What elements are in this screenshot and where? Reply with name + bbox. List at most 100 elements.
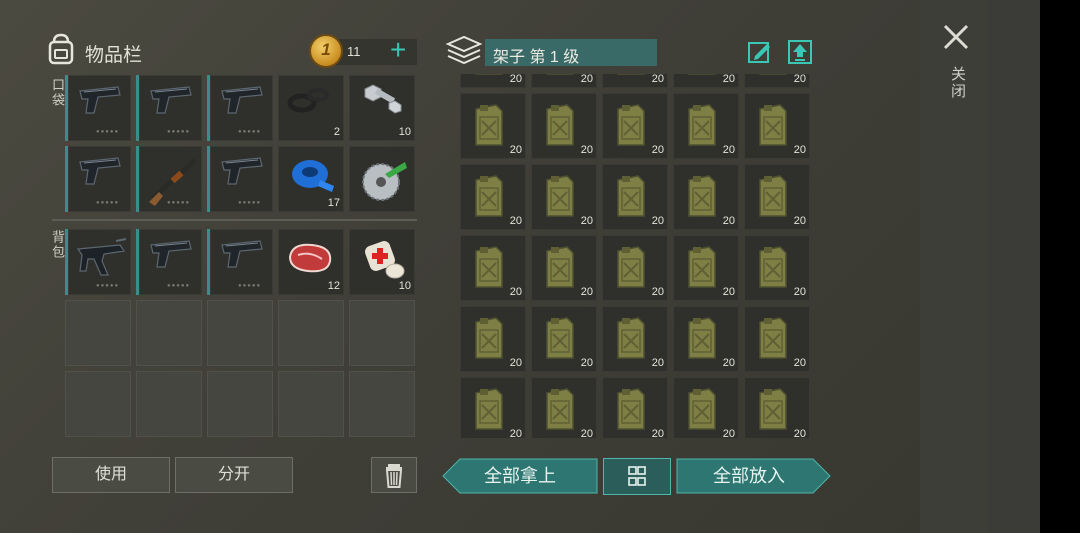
backpack-slot[interactable] — [136, 300, 202, 366]
backpack-slot[interactable] — [136, 371, 202, 437]
backpack-slot[interactable] — [349, 371, 415, 437]
split-button[interactable]: 分开 — [175, 457, 293, 493]
shelf-slot[interactable]: 20 — [531, 93, 597, 159]
backpack-slot[interactable] — [278, 300, 344, 366]
pistol-icon — [145, 235, 197, 280]
shelf-slot[interactable]: 20 — [531, 235, 597, 301]
trash-icon — [385, 464, 403, 488]
backpack-slot[interactable]: ●●●●● — [65, 229, 131, 295]
item-quantity: 10 — [398, 126, 411, 138]
backpack-slot[interactable]: ●●●●● — [136, 229, 202, 295]
jerry-can-icon — [750, 383, 796, 438]
item-quantity: 20 — [651, 144, 664, 156]
pocket-slot[interactable]: 17 — [278, 146, 344, 212]
jerry-can-icon — [466, 99, 512, 154]
shelf-slot[interactable]: 20 — [744, 306, 810, 372]
pocket-slot[interactable] — [349, 146, 415, 212]
shelf-slot[interactable]: 20 — [531, 164, 597, 230]
shelf-slot[interactable]: 20 — [460, 93, 526, 159]
jerry-can-icon — [750, 241, 796, 296]
shelf-slot[interactable]: 20 — [673, 164, 739, 230]
shelf-grid-viewport[interactable]: 20 20 20 20 20 20 20 20 20 20 20 20 20 20 20 20 20 20 20 20… — [460, 74, 814, 438]
shelf-slot[interactable]: 20 — [602, 377, 668, 438]
jerry-can-icon — [537, 74, 583, 83]
rubber-rings-icon — [284, 81, 334, 126]
pocket-slot[interactable]: ●●●●● — [65, 146, 131, 212]
shelf-slot[interactable]: 20 — [673, 74, 739, 88]
backpack-slot[interactable]: 12 — [278, 229, 344, 295]
backpack-slot[interactable] — [278, 371, 344, 437]
put-all-button[interactable]: 全部放入 — [676, 458, 822, 494]
shelf-slot[interactable]: 20 — [460, 74, 526, 88]
item-quantity: 20 — [580, 428, 593, 438]
backpack-slot[interactable]: 10 — [349, 229, 415, 295]
shelf-slot[interactable]: 20 — [744, 164, 810, 230]
close-label[interactable]: 关闭 — [947, 66, 968, 100]
jerry-can-icon — [750, 170, 796, 225]
durability-dots: ●●●●● — [167, 200, 191, 206]
shelf-title: 架子 第 1 级 — [493, 49, 580, 66]
pistol-icon — [74, 81, 126, 126]
shelf-slot[interactable]: 20 — [460, 235, 526, 301]
backpack-slot[interactable] — [207, 371, 273, 437]
shelf-slot[interactable]: 20 — [673, 377, 739, 438]
shelf-slot[interactable]: 20 — [744, 235, 810, 301]
shelf-slot[interactable]: 20 — [673, 306, 739, 372]
shelf-slot[interactable]: 20 — [602, 235, 668, 301]
shelf-slot[interactable]: 20 — [531, 74, 597, 88]
shelf-slot[interactable]: 20 — [460, 164, 526, 230]
trash-button[interactable] — [371, 457, 417, 493]
pocket-slot[interactable]: ●●●●● — [207, 146, 273, 212]
grid-sort-icon — [628, 466, 646, 486]
backpack-slot[interactable] — [65, 371, 131, 437]
backpack-slot[interactable] — [65, 300, 131, 366]
pocket-slot[interactable]: ●●●●● — [65, 75, 131, 141]
shelf-slot[interactable]: 20 — [673, 235, 739, 301]
close-icon[interactable] — [941, 22, 971, 52]
backpack-slot[interactable]: ●●●●● — [207, 229, 273, 295]
pocket-slot[interactable]: ●●●●● — [207, 75, 273, 141]
jerry-can-icon — [750, 74, 796, 83]
shelf-slot[interactable]: 20 — [602, 74, 668, 88]
upgrade-icon[interactable] — [787, 39, 813, 65]
item-quantity: 20 — [793, 74, 806, 85]
backpack-slot[interactable] — [207, 300, 273, 366]
rename-icon[interactable] — [747, 39, 773, 65]
jerry-can-icon — [608, 241, 654, 296]
item-quantity: 20 — [580, 144, 593, 156]
item-quantity: 20 — [651, 215, 664, 227]
jerry-can-icon — [679, 383, 725, 438]
add-coins-button[interactable]: + — [390, 35, 406, 65]
use-button[interactable]: 使用 — [52, 457, 170, 493]
shelf-title-bar: 架子 第 1 级 — [485, 39, 657, 66]
jerry-can-icon — [750, 99, 796, 154]
shelf-slot[interactable]: 20 — [602, 306, 668, 372]
raw-meat-icon — [284, 235, 338, 284]
shelf-slot[interactable]: 20 — [744, 377, 810, 438]
item-quantity: 20 — [793, 215, 806, 227]
shelf-slot[interactable]: 20 — [744, 74, 810, 88]
item-quantity: 20 — [651, 286, 664, 298]
backpack-slot[interactable] — [349, 300, 415, 366]
sort-button[interactable] — [603, 458, 671, 495]
pocket-slot[interactable]: ●●●●● — [136, 75, 202, 141]
pocket-slot[interactable]: 2 — [278, 75, 344, 141]
pocket-slot[interactable]: ●●●●● — [136, 146, 202, 212]
shelf-slot[interactable]: 20 — [531, 377, 597, 438]
item-quantity: 20 — [793, 144, 806, 156]
take-all-button[interactable]: 全部拿上 — [442, 458, 598, 494]
item-quantity: 20 — [722, 428, 735, 438]
saw-blade-icon — [355, 152, 411, 213]
shelf-slot[interactable]: 20 — [531, 306, 597, 372]
durability-dots: ●●●●● — [96, 129, 120, 135]
shelf-slot[interactable]: 20 — [602, 93, 668, 159]
shelf-slot[interactable]: 20 — [744, 93, 810, 159]
jerry-can-icon — [608, 99, 654, 154]
shelf-slot[interactable]: 20 — [602, 164, 668, 230]
item-quantity: 20 — [651, 428, 664, 438]
shelf-slot[interactable]: 20 — [460, 377, 526, 438]
item-quantity: 20 — [580, 357, 593, 369]
shelf-slot[interactable]: 20 — [673, 93, 739, 159]
pocket-slot[interactable]: 10 — [349, 75, 415, 141]
shelf-slot[interactable]: 20 — [460, 306, 526, 372]
